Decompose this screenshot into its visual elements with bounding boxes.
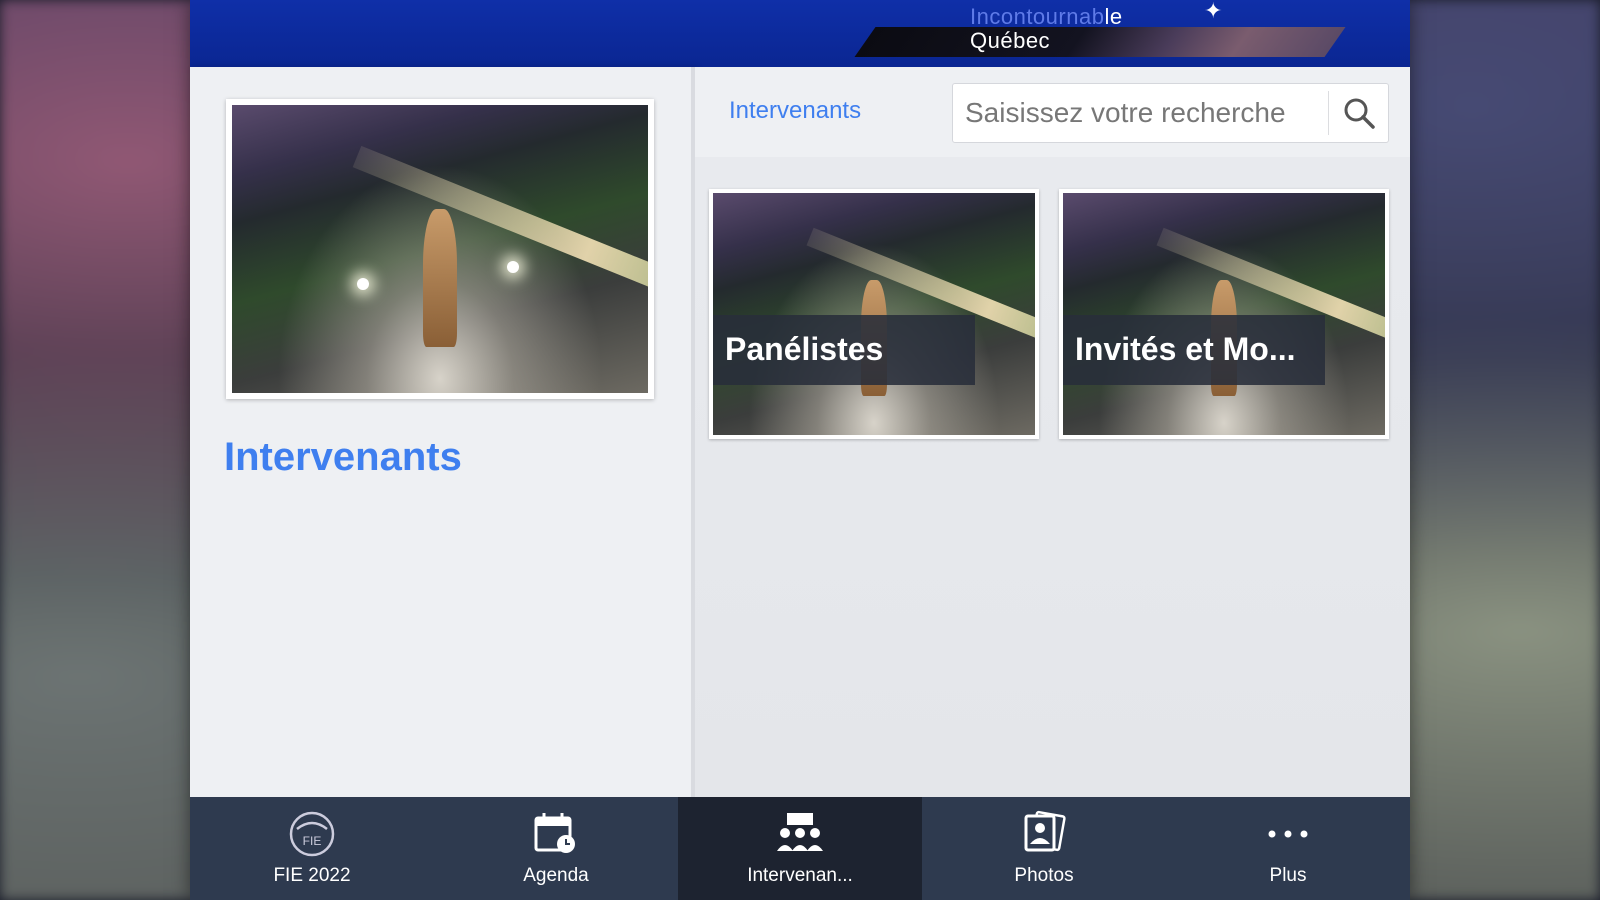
- search-button[interactable]: [1328, 91, 1388, 135]
- search-input[interactable]: [953, 84, 1328, 142]
- nav-item-intervenants[interactable]: Intervenan...: [678, 797, 922, 900]
- nav-label: Plus: [1269, 865, 1307, 886]
- photo-road: [352, 146, 648, 355]
- nav-item-plus[interactable]: Plus: [1166, 797, 1410, 900]
- logo-banner: [854, 27, 1346, 57]
- nav-item-fie-2022[interactable]: FIE FIE 2022: [190, 797, 434, 900]
- hero-photo: [232, 105, 648, 393]
- top-bar: Incontournable Québec ✦: [190, 0, 1410, 67]
- logo-text-line1: Incontournable: [970, 4, 1123, 29]
- nav-label: Photos: [1014, 865, 1074, 886]
- photo-light: [356, 277, 369, 290]
- breadcrumb[interactable]: Intervenants: [729, 97, 861, 125]
- fie-logo-icon: FIE: [287, 809, 337, 859]
- right-header: Intervenants: [695, 67, 1410, 157]
- svg-text:FIE: FIE: [303, 834, 322, 848]
- nav-label: FIE 2022: [273, 865, 351, 886]
- category-tiles: Panélistes Invités et Mo...: [709, 189, 1399, 439]
- bottom-nav: FIE FIE 2022 Agenda Intervenan... Photos…: [190, 797, 1410, 900]
- tile-photo: [713, 193, 1035, 435]
- right-panel: Intervenants Panélistes: [695, 67, 1410, 797]
- logo-star-icon: ✦: [1204, 0, 1223, 23]
- tile-label: Invités et Mo...: [1063, 315, 1325, 385]
- nav-item-agenda[interactable]: Agenda: [434, 797, 678, 900]
- tile-photo: [1063, 193, 1385, 435]
- nav-label: Intervenan...: [747, 865, 853, 886]
- app-window: Incontournable Québec ✦ Intervenants Int…: [190, 0, 1410, 900]
- photo-statue: [423, 208, 457, 347]
- nav-label: Agenda: [523, 865, 589, 886]
- people-icon: [775, 809, 825, 859]
- search-box: [952, 83, 1389, 143]
- photos-icon: [1020, 809, 1068, 859]
- left-panel: Intervenants: [190, 67, 695, 797]
- tile-invites[interactable]: Invités et Mo...: [1059, 189, 1389, 439]
- photo-light: [506, 260, 519, 273]
- hero-image-frame: [226, 99, 654, 399]
- more-icon: [1264, 809, 1312, 859]
- tile-panelistes[interactable]: Panélistes: [709, 189, 1039, 439]
- search-icon: [1344, 98, 1375, 129]
- nav-item-photos[interactable]: Photos: [922, 797, 1166, 900]
- calendar-icon: [532, 809, 580, 859]
- tile-label: Panélistes: [713, 315, 975, 385]
- logo-text-line2: Québec: [970, 28, 1051, 53]
- page-title: Intervenants: [224, 435, 462, 479]
